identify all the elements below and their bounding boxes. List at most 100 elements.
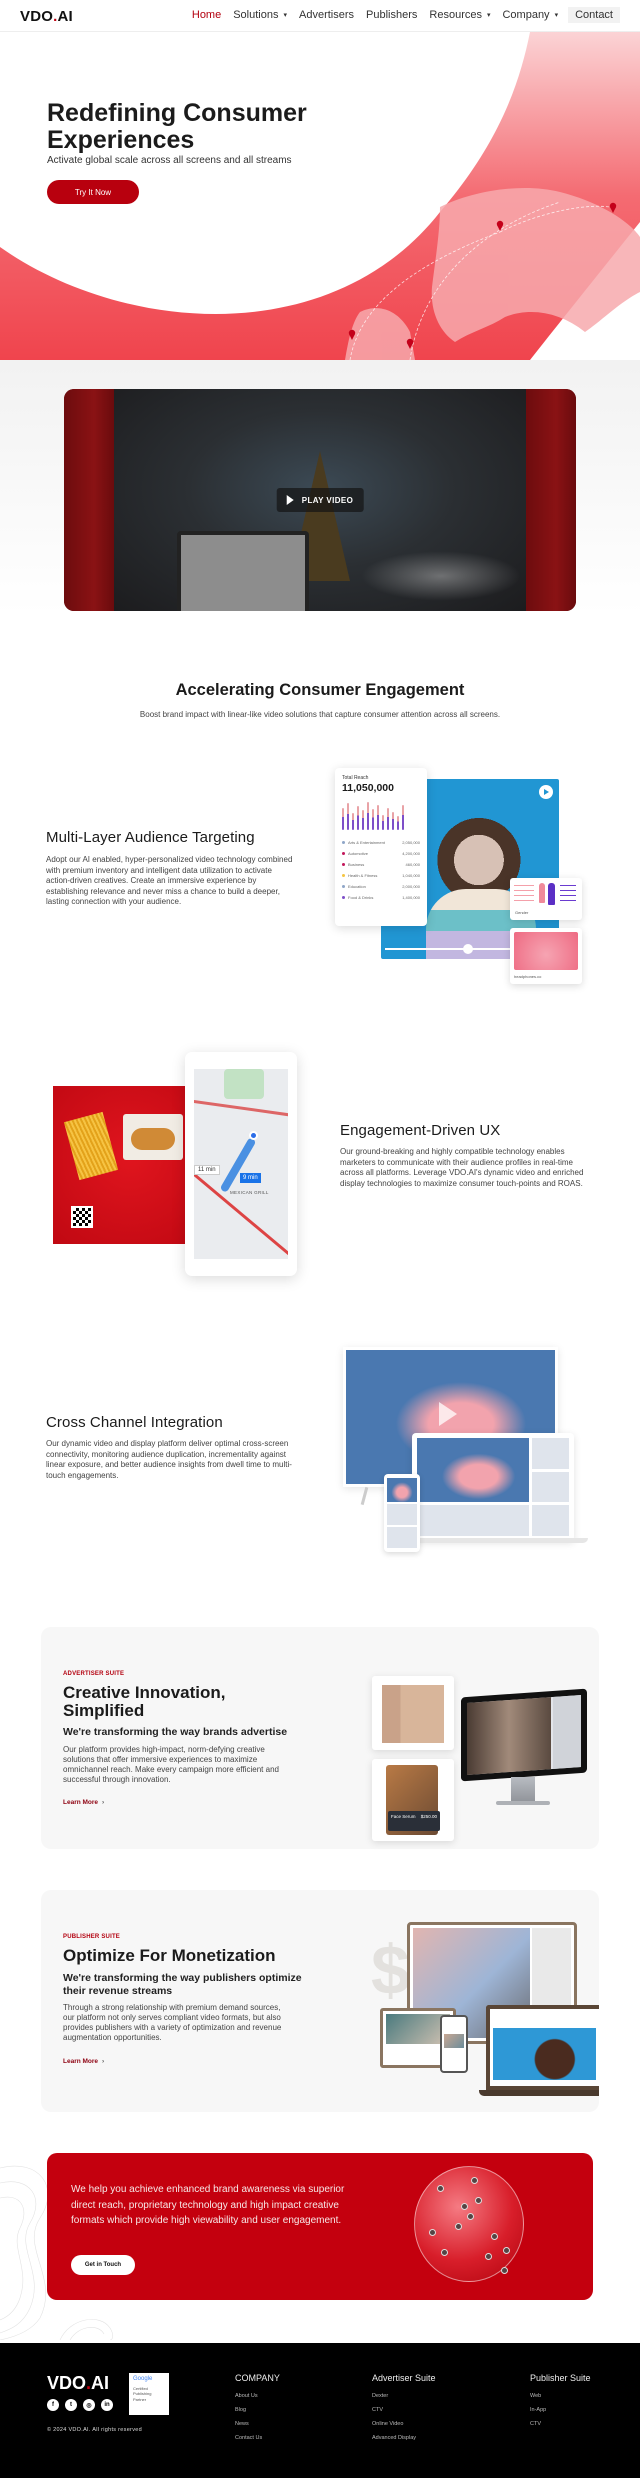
suite-title: Optimize For Monetization (63, 1946, 276, 1965)
video-section: PLAY VIDEO (0, 360, 640, 615)
nav-item-home[interactable]: Home (190, 9, 223, 21)
footer-link-ctv[interactable]: CTV (372, 2407, 436, 2413)
play-video-label: PLAY VIDEO (301, 495, 354, 505)
hero-title: Redefining Consumer Experiences (47, 99, 307, 154)
footer-link-news[interactable]: News (235, 2421, 280, 2427)
chevron-down-icon: ▾ (554, 12, 559, 20)
logo-suffix: AI (57, 8, 73, 25)
laptop-base (408, 1538, 588, 1543)
publisher-suite-card: PUBLISHER SUITE Optimize For Monetizatio… (41, 1890, 599, 2112)
nav-item-resources[interactable]: Resources ▾ (427, 9, 492, 21)
route-line (219, 1137, 257, 1193)
suite-title: Creative Innovation, Simplified (63, 1683, 226, 1720)
social-links: f t ◎ in (47, 2399, 113, 2411)
advertiser-suite-card: ADVERTISER SUITE Creative Innovation, Si… (41, 1627, 599, 1849)
laptop-graphic (486, 2005, 599, 2090)
reach-row: Food & Drinks 1,400,000 (342, 895, 420, 900)
gender-card: Gender (510, 878, 582, 920)
chevron-right-icon: › (102, 2058, 105, 2065)
play-icon[interactable] (539, 785, 553, 799)
play-video-button[interactable]: PLAY VIDEO (276, 488, 364, 512)
try-it-now-button[interactable]: Try It Now (47, 180, 139, 204)
footer-link-in-app[interactable]: In-App (530, 2407, 591, 2413)
nav-item-company[interactable]: Company ▾ (500, 9, 560, 21)
nav-label: Home (191, 9, 222, 21)
nuggets-graphic (131, 1128, 175, 1150)
hero-subtitle: Activate global scale across all screens… (47, 155, 292, 166)
linkedin-icon[interactable]: in (101, 2399, 113, 2411)
video-progress-track[interactable] (385, 948, 519, 950)
footer-column-title: COMPANY (235, 2373, 280, 2383)
engagement-title: Accelerating Consumer Engagement (175, 681, 465, 699)
gender-label: Gender (515, 910, 529, 915)
learn-more-link[interactable]: Learn More › (63, 2058, 104, 2065)
footer-link-about-us[interactable]: About Us (235, 2393, 280, 2399)
snow-graphic (361, 551, 522, 601)
suite-kicker: ADVERTISER SUITE (63, 1671, 125, 1677)
nav-item-contact[interactable]: Contact (568, 7, 620, 23)
twitter-icon[interactable]: t (65, 2399, 77, 2411)
fries-graphic (63, 1111, 119, 1181)
learn-more-label: Learn More (63, 2058, 99, 2065)
chevron-down-icon: ▾ (486, 12, 491, 20)
reach-row: Business 460,000 (342, 862, 420, 867)
suite-description: Our platform provides high-impact, norm-… (63, 1745, 279, 1784)
footer-column-title: Publisher Suite (530, 2373, 591, 2383)
copyright: © 2024 VDO.AI. All rights reserved (47, 2427, 142, 2433)
cta-text: We help you achieve enhanced brand aware… (71, 2184, 345, 2226)
feature-title: Multi-Layer Audience Targeting (46, 829, 255, 846)
total-reach-label: Total Reach (342, 775, 369, 781)
footer-link-online-video[interactable]: Online Video (372, 2421, 436, 2427)
place-label: MEXICAN GRILL (230, 1190, 269, 1195)
play-icon (286, 495, 294, 505)
nav-item-advertisers[interactable]: Advertisers (297, 9, 356, 21)
alt-route-time: 11 min (194, 1165, 220, 1175)
qr-code-icon (71, 1206, 93, 1228)
footer-column-advertiser-suite: Advertiser Suite Dexter CTV Online Video… (372, 2373, 436, 2449)
total-reach-card: Total Reach 11,050,000 Arts & Entertainm… (335, 768, 427, 926)
product-tag: Face Serum $250.00 (388, 1811, 440, 1831)
video-player[interactable]: PLAY VIDEO (64, 389, 576, 611)
feature-title: Cross Channel Integration (46, 1414, 223, 1431)
footer-link-web[interactable]: Web (530, 2393, 591, 2399)
phone-mockup (384, 1474, 420, 1552)
footer-column-company: COMPANY About Us Blog News Contact Us (235, 2373, 280, 2449)
footer-link-ctv[interactable]: CTV (530, 2421, 591, 2427)
nav-label: Contact (575, 9, 613, 21)
suite-subtitle: We're transforming the way brands advert… (63, 1726, 288, 1738)
nav-item-publishers[interactable]: Publishers (364, 9, 419, 21)
learn-more-label: Learn More (63, 1799, 99, 1806)
nav-label: Solutions (233, 9, 279, 21)
footer-column-title: Advertiser Suite (372, 2373, 436, 2383)
nav-label: Resources (429, 9, 482, 21)
laptop-base (479, 2090, 599, 2096)
chevron-down-icon: ▾ (283, 12, 287, 20)
phone-graphic (440, 2015, 468, 2073)
reach-row: Automotive 4,200,000 (342, 851, 420, 856)
footer-link-dexter[interactable]: Dexter (372, 2393, 436, 2399)
site-logo[interactable]: VDO.AI (20, 8, 73, 25)
facebook-icon[interactable]: f (47, 2399, 59, 2411)
top-navigation: VDO.AI Home Solutions ▾ Advertisers Publi… (0, 0, 640, 32)
phone-map-mockup: 11 min 9 min MEXICAN GRILL (185, 1052, 297, 1276)
video-progress-handle[interactable] (463, 944, 473, 954)
feature-description: Our ground-breaking and highly compatibl… (340, 1147, 584, 1188)
instagram-icon[interactable]: ◎ (83, 2399, 95, 2411)
headphones-label: headphones.co (514, 974, 542, 979)
footer-link-contact-us[interactable]: Contact Us (235, 2435, 280, 2441)
food-ad-image (53, 1086, 193, 1244)
suite-subtitle: We're transforming the way publishers op… (63, 1972, 302, 1997)
get-in-touch-button[interactable]: Get in Touch (71, 2255, 135, 2275)
suite-kicker: PUBLISHER SUITE (63, 1934, 121, 1940)
footer-logo[interactable]: VDO.AI (47, 2373, 109, 2394)
google-partner-badge: Google Certified Publishing Partner (129, 2373, 169, 2415)
globe-graphic (414, 2166, 524, 2282)
curtain-right-graphic (526, 389, 576, 611)
footer-link-advanced-display[interactable]: Advanced Display (372, 2435, 436, 2441)
route-time: 9 min (240, 1173, 261, 1183)
nav-item-solutions[interactable]: Solutions ▾ (231, 9, 289, 21)
learn-more-link[interactable]: Learn More › (63, 1799, 104, 1806)
feature-title: Engagement-Driven UX (340, 1122, 501, 1139)
footer-link-blog[interactable]: Blog (235, 2407, 280, 2413)
total-reach-value: 11,050,000 (342, 782, 394, 794)
